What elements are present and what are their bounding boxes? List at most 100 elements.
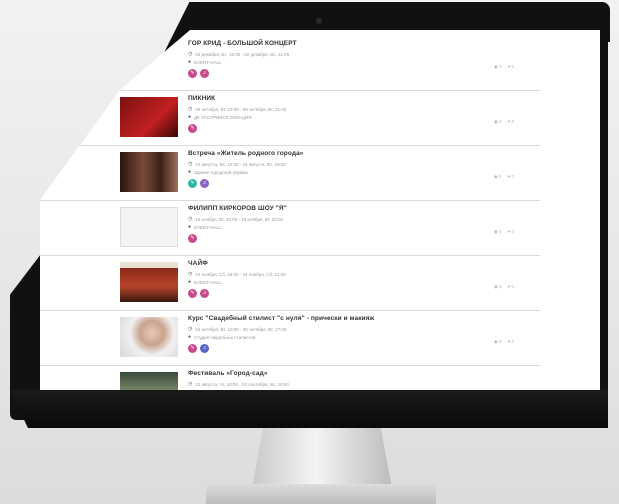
event-thumbnail[interactable]: [120, 262, 178, 302]
event-title[interactable]: ГОР КРИД - БОЛЬШОЙ КОНЦЕРТ: [188, 40, 508, 47]
event-date-row: ◷ 24 августа, Вс, 12:00 - 24 августа, Вс…: [188, 161, 508, 167]
map-pin-icon: ●: [188, 59, 192, 65]
likes-count: ♥ 0: [507, 174, 514, 179]
event-date: 04 октября, Вт, 10:00 - 25 октября, Вт, …: [195, 326, 287, 332]
event-title[interactable]: Встреча «Житель родного города»: [188, 150, 508, 157]
views-count: ◉ 0: [493, 64, 502, 69]
likes-count: ♥ 0: [507, 229, 514, 234]
monitor: ГОР КРИД - БОЛЬШОЙ КОНЦЕРТ ◷ 02 декабря,…: [0, 0, 619, 504]
event-info: ГОР КРИД - БОЛЬШОЙ КОНЦЕРТ ◷ 02 декабря,…: [188, 40, 508, 78]
heart-icon: ♥: [507, 339, 511, 344]
event-stats: ◉ 0 ♥ 0: [494, 339, 514, 345]
event-stats: ◉ 0 ♥ 0: [494, 174, 514, 180]
map-pin-icon: ●: [188, 279, 192, 285]
event-list-item[interactable]: Фестиваль «Город-сад» ◷ 31 августа, Чт, …: [40, 366, 540, 390]
event-thumbnail[interactable]: [120, 97, 178, 137]
clock-icon: ◷: [188, 51, 193, 57]
camera-icon: [316, 18, 322, 24]
event-venue: EVENT-HALL: [194, 59, 222, 65]
clock-icon: ◷: [188, 381, 193, 387]
event-venue: Студия свадебных стилистов: [194, 334, 256, 340]
event-thumbnail[interactable]: [120, 152, 178, 192]
event-title[interactable]: Фестиваль «Город-сад»: [188, 370, 508, 377]
map-pin-icon: ●: [188, 114, 192, 120]
event-list-item[interactable]: Курс "Свадебный стилист "с нуля" - приче…: [40, 311, 540, 366]
event-tags: ✎ ♫: [188, 344, 508, 353]
event-venue-row: ● EVENT-HALL: [188, 224, 508, 230]
event-venue-row: ● Студия свадебных стилистов: [188, 334, 508, 340]
eye-icon: ◉: [493, 339, 498, 344]
map-pin-icon: ●: [188, 224, 192, 230]
event-list: ГОР КРИД - БОЛЬШОЙ КОНЦЕРТ ◷ 02 декабря,…: [40, 36, 540, 390]
event-list-item[interactable]: Встреча «Житель родного города» ◷ 24 авг…: [40, 146, 540, 201]
event-thumbnail[interactable]: [120, 207, 178, 247]
event-list-item[interactable]: ФИЛИПП КИРКОРОВ ШОУ "Я" ◷ 15 ноября, Вт,…: [40, 201, 540, 256]
event-thumbnail[interactable]: [120, 42, 178, 82]
clock-icon: ◷: [188, 106, 193, 112]
event-date: 31 августа, Чт, 10:00 - 02 сентября, Вс,…: [195, 381, 289, 387]
category-tag-icon[interactable]: ♫: [200, 179, 209, 188]
event-venue: Приморский парк: [194, 390, 230, 391]
event-venue-row: ● EVENT-HALL: [188, 279, 508, 285]
event-date-row: ◷ 09 октября, Вт, 19:00 - 09 октября, Вт…: [188, 106, 508, 112]
event-title[interactable]: ФИЛИПП КИРКОРОВ ШОУ "Я": [188, 205, 508, 212]
event-title[interactable]: ЧАЙФ: [188, 260, 508, 267]
category-tag-icon[interactable]: ✎: [188, 179, 197, 188]
clock-icon: ◷: [188, 271, 193, 277]
event-info: ПИКНИК ◷ 09 октября, Вт, 19:00 - 09 октя…: [188, 95, 508, 133]
event-venue: ДК УССУРИЙСК ЛОКАЦИЯ: [194, 114, 252, 120]
category-tag-icon[interactable]: ✎: [188, 69, 197, 78]
likes-count: ♥ 0: [507, 119, 514, 124]
event-thumbnail[interactable]: [120, 317, 178, 357]
event-tags: ✎ ♫: [188, 289, 508, 298]
monitor-chin: [10, 390, 608, 428]
event-thumbnail[interactable]: [120, 372, 178, 390]
event-list-item[interactable]: ЧАЙФ ◷ 24 ноября, Сб, 19:00 - 24 ноября,…: [40, 256, 540, 311]
views-count: ◉ 0: [493, 339, 502, 344]
category-tag-icon[interactable]: ✎: [188, 289, 197, 298]
event-stats: ◉ 0 ♥ 0: [494, 284, 514, 290]
eye-icon: ◉: [493, 119, 498, 124]
category-tag-icon[interactable]: ♫: [200, 289, 209, 298]
event-venue-row: ● EVENT-HALL: [188, 59, 508, 65]
event-list-item[interactable]: ГОР КРИД - БОЛЬШОЙ КОНЦЕРТ ◷ 02 декабря,…: [40, 36, 540, 91]
event-date: 02 декабря, Вс, 19:00 - 02 декабря, Вс, …: [195, 51, 290, 57]
clock-icon: ◷: [188, 326, 193, 332]
event-title[interactable]: Курс "Свадебный стилист "с нуля" - приче…: [188, 315, 508, 322]
event-tags: ✎: [188, 124, 508, 133]
event-venue: EVENT-HALL: [194, 279, 222, 285]
event-info: ФИЛИПП КИРКОРОВ ШОУ "Я" ◷ 15 ноября, Вт,…: [188, 205, 508, 243]
event-date: 09 октября, Вт, 19:00 - 09 октября, Вт, …: [195, 106, 287, 112]
eye-icon: ◉: [493, 284, 498, 289]
map-pin-icon: ●: [188, 169, 192, 175]
category-tag-icon[interactable]: ✎: [188, 344, 197, 353]
clock-icon: ◷: [188, 161, 193, 167]
event-info: ЧАЙФ ◷ 24 ноября, Сб, 19:00 - 24 ноября,…: [188, 260, 508, 298]
heart-icon: ♥: [507, 174, 511, 179]
event-stats: ◉ 0 ♥ 0: [494, 119, 514, 125]
heart-icon: ♥: [507, 119, 511, 124]
event-stats: ◉ 0 ♥ 0: [494, 229, 514, 235]
clock-icon: ◷: [188, 216, 193, 222]
event-stats: ◉ 0 ♥ 0: [494, 64, 514, 70]
category-tag-icon[interactable]: ♫: [200, 344, 209, 353]
eye-icon: ◉: [493, 229, 498, 234]
event-tags: ✎: [188, 234, 508, 243]
event-info: Фестиваль «Город-сад» ◷ 31 августа, Чт, …: [188, 370, 508, 390]
heart-icon: ♥: [507, 284, 511, 289]
event-date: 15 ноября, Вт, 20:00 - 15 ноября, Вт, 23…: [195, 216, 284, 222]
category-tag-icon[interactable]: ♫: [200, 69, 209, 78]
event-list-item[interactable]: ПИКНИК ◷ 09 октября, Вт, 19:00 - 09 октя…: [40, 91, 540, 146]
monitor-stand: [252, 428, 392, 488]
event-tags: ✎ ♫: [188, 69, 508, 78]
event-venue: Здание городской управы: [194, 169, 249, 175]
heart-icon: ♥: [507, 229, 511, 234]
event-title[interactable]: ПИКНИК: [188, 95, 508, 102]
category-tag-icon[interactable]: ✎: [188, 124, 197, 133]
category-tag-icon[interactable]: ✎: [188, 234, 197, 243]
event-date-row: ◷ 15 ноября, Вт, 20:00 - 15 ноября, Вт, …: [188, 216, 508, 222]
views-count: ◉ 0: [493, 174, 502, 179]
monitor-stand-base: [206, 484, 436, 504]
views-count: ◉ 0: [493, 119, 502, 124]
event-date-row: ◷ 04 октября, Вт, 10:00 - 25 октября, Вт…: [188, 326, 508, 332]
